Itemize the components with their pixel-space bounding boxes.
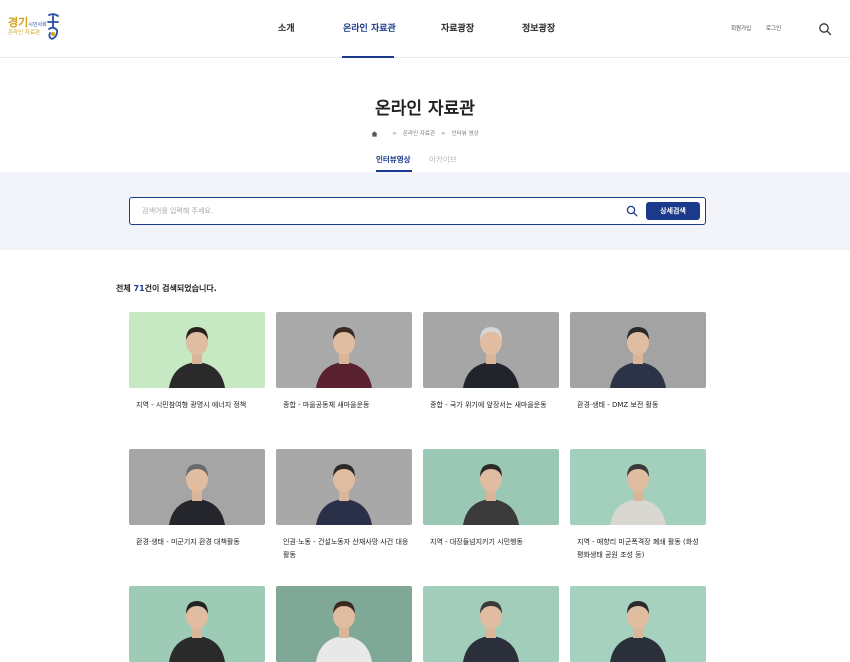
interviewee-image bbox=[129, 312, 265, 388]
logo-sub: 온라인 자료관 bbox=[8, 30, 41, 36]
video-title[interactable]: 환경·생태 - DMZ 보전 활동 bbox=[577, 399, 703, 412]
video-thumbnail[interactable] bbox=[276, 312, 412, 388]
interviewee-image bbox=[423, 449, 559, 525]
video-thumbnail[interactable] bbox=[276, 449, 412, 525]
breadcrumb: > 온라인 자료관 > 인터뷰 영상 bbox=[0, 129, 850, 137]
nav-active-indicator bbox=[342, 56, 394, 58]
video-thumbnail[interactable] bbox=[129, 449, 265, 525]
video-thumbnail[interactable] bbox=[570, 449, 706, 525]
interviewee-image bbox=[423, 586, 559, 662]
logo-mark-icon bbox=[47, 13, 59, 41]
nav-item-data-plaza[interactable]: 자료광장 bbox=[441, 21, 474, 34]
interviewee-image bbox=[276, 586, 412, 662]
breadcrumb-separator: > bbox=[392, 131, 397, 137]
advanced-search-button[interactable]: 상세검색 bbox=[646, 202, 700, 220]
interviewee-image bbox=[423, 312, 559, 388]
tab-interview-video[interactable]: 인터뷰영상 bbox=[376, 154, 411, 165]
video-title[interactable]: 종합 - 마을공동체 새마을운동 bbox=[283, 399, 409, 412]
search-bar: 상세검색 bbox=[129, 197, 706, 225]
interviewee-image bbox=[276, 312, 412, 388]
login-link[interactable]: 로그인 bbox=[766, 24, 781, 32]
video-title[interactable]: 인권·노동 - 건설노동자 산재사망 사건 대응 활동 bbox=[283, 536, 409, 562]
result-prefix: 전체 bbox=[116, 284, 134, 293]
video-title[interactable]: 지역 - 시민참여형 광명시 에너지 정책 bbox=[136, 399, 262, 412]
interviewee-image bbox=[570, 586, 706, 662]
search-submit-icon[interactable] bbox=[626, 205, 638, 217]
signup-link[interactable]: 회원가입 bbox=[731, 24, 751, 32]
video-thumbnail[interactable] bbox=[570, 586, 706, 662]
nav-item-info-plaza[interactable]: 정보광장 bbox=[522, 21, 555, 34]
video-title[interactable]: 지역 - 대장들넘지키기 시민행동 bbox=[430, 536, 556, 549]
breadcrumb-item-interview[interactable]: 인터뷰 영상 bbox=[452, 131, 479, 137]
video-thumbnail[interactable] bbox=[423, 312, 559, 388]
video-title[interactable]: 종합 - 국가 위기에 앞장서는 새마을운동 bbox=[430, 399, 556, 412]
interviewee-image bbox=[129, 586, 265, 662]
tab-archive[interactable]: 아카이브 bbox=[429, 154, 457, 165]
search-input[interactable] bbox=[142, 204, 612, 218]
video-thumbnail[interactable] bbox=[423, 586, 559, 662]
interviewee-image bbox=[570, 312, 706, 388]
nav-item-online-archive[interactable]: 온라인 자료관 bbox=[343, 21, 396, 34]
site-header: 경기시민사회 온라인 자료관 소개 온라인 자료관 자료광장 정보광장 회원가입… bbox=[0, 0, 850, 58]
nav-item-intro[interactable]: 소개 bbox=[278, 21, 295, 34]
site-logo[interactable]: 경기시민사회 온라인 자료관 bbox=[8, 12, 60, 44]
video-title[interactable]: 지역 - 매향리 미군폭격장 폐쇄 활동 (화성 평화생태 공원 조성 등) bbox=[577, 536, 703, 562]
breadcrumb-separator: > bbox=[441, 131, 446, 137]
video-thumbnail[interactable] bbox=[129, 586, 265, 662]
video-title[interactable]: 환경·생태 - 미군기지 환경 대책활동 bbox=[136, 536, 262, 549]
interviewee-image bbox=[570, 449, 706, 525]
interviewee-image bbox=[276, 449, 412, 525]
page-title: 온라인 자료관 bbox=[375, 99, 475, 119]
home-icon[interactable] bbox=[371, 130, 378, 137]
video-thumbnail[interactable] bbox=[276, 586, 412, 662]
result-count: 전체 71건이 검색되었습니다. bbox=[116, 283, 217, 294]
video-thumbnail[interactable] bbox=[129, 312, 265, 388]
result-number: 71 bbox=[133, 284, 145, 293]
video-thumbnail[interactable] bbox=[570, 312, 706, 388]
interviewee-image bbox=[129, 449, 265, 525]
result-suffix: 건이 검색되었습니다. bbox=[144, 284, 217, 293]
search-icon[interactable] bbox=[818, 22, 832, 36]
breadcrumb-item-online-archive[interactable]: 온라인 자료관 bbox=[403, 131, 435, 137]
video-thumbnail[interactable] bbox=[423, 449, 559, 525]
